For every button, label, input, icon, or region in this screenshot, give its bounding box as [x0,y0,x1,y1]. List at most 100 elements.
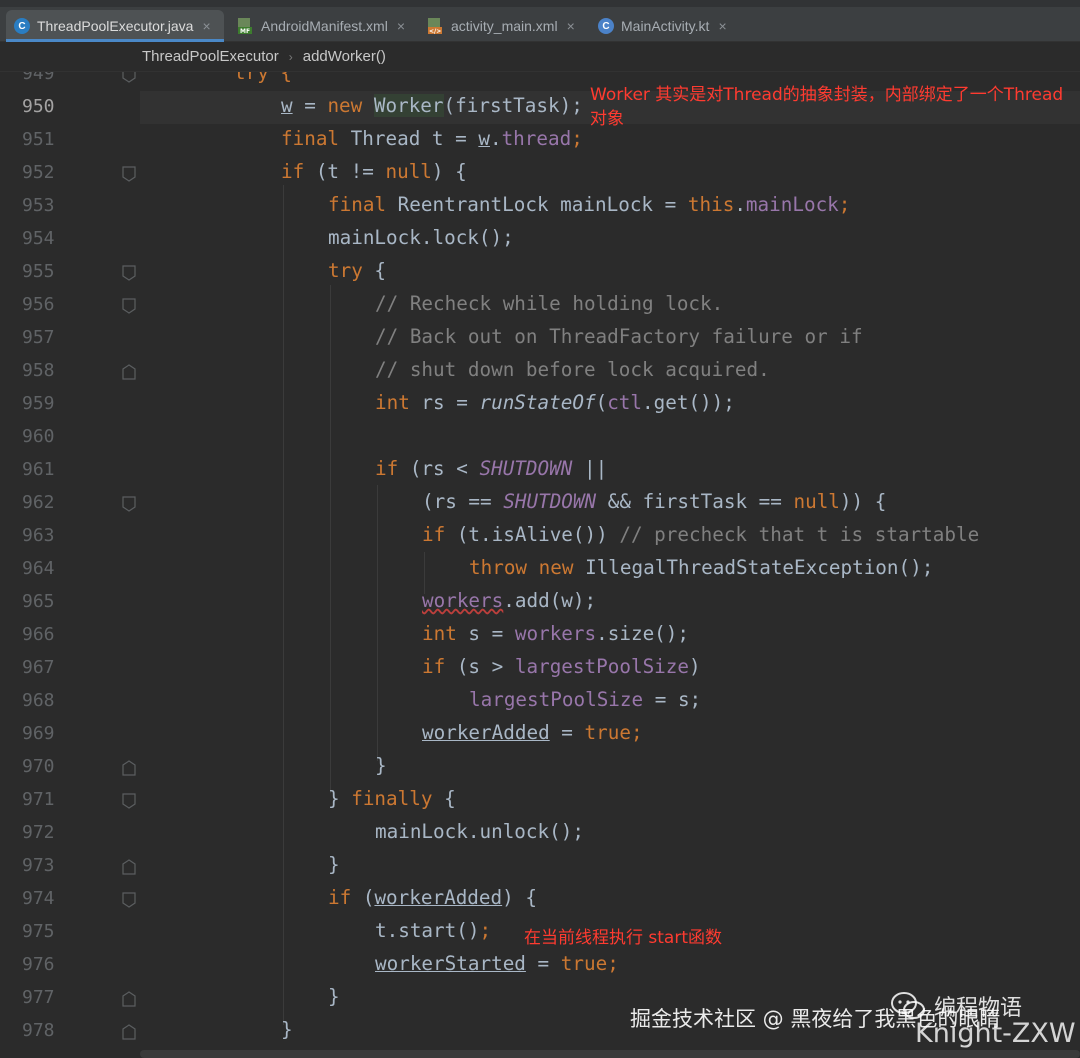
line-number: 977 [22,987,55,1008]
line-number: 954 [22,228,55,249]
line-number: 966 [22,624,55,645]
code-text: if (t != null) { [281,160,467,183]
line-number: 951 [22,129,55,150]
tab-label: ThreadPoolExecutor.java [37,18,194,34]
code-line[interactable]: 960 [0,421,1080,454]
fold-marker-icon[interactable] [122,892,136,908]
code-line[interactable]: 971 } finally { [0,784,1080,817]
fold-marker-icon[interactable] [122,166,136,182]
close-icon[interactable]: × [567,18,575,34]
code-line[interactable]: 976 workerStarted = true; [0,949,1080,982]
code-text: w = new Worker(firstTask); [281,94,583,117]
code-text: (rs == SHUTDOWN && firstTask == null)) { [422,490,887,513]
annotation-worker-note: Worker 其实是对Thread的抽象封装，内部绑定了一个Thread对象 [590,85,1064,129]
line-number: 972 [22,822,55,843]
tab-activity-main-xml[interactable]: </> activity_main.xml × [418,10,586,42]
breadcrumb-class[interactable]: ThreadPoolExecutor [142,48,279,65]
code-line[interactable]: 959 int rs = runStateOf(ctl.get()); [0,388,1080,421]
line-number: 968 [22,690,55,711]
line-number: 962 [22,492,55,513]
code-line[interactable]: 957 // Back out on ThreadFactory failure… [0,322,1080,355]
code-text: workerAdded = true; [422,721,643,744]
breadcrumb-method[interactable]: addWorker() [303,48,386,65]
code-line[interactable]: 969 workerAdded = true; [0,718,1080,751]
code-line[interactable]: 972 mainLock.unlock(); [0,817,1080,850]
line-number: 976 [22,954,55,975]
code-text: if (rs < SHUTDOWN || [375,457,608,480]
code-text: throw new IllegalThreadStateException(); [469,556,934,579]
close-icon[interactable]: × [397,18,405,34]
layout-file-icon: </> [426,17,444,35]
code-line[interactable]: 952 if (t != null) { [0,157,1080,190]
code-comment: // Recheck while holding lock. [375,292,724,315]
code-text: } [375,754,387,777]
code-line[interactable]: 967 if (s > largestPoolSize) [0,652,1080,685]
line-number: 957 [22,327,55,348]
fold-marker-icon[interactable] [122,265,136,281]
code-line[interactable]: 965 workers.add(w); [0,586,1080,619]
tab-threadpoolexecutor-java[interactable]: C ThreadPoolExecutor.java × [6,10,224,42]
code-line[interactable]: 973 } [0,850,1080,883]
line-number: 978 [22,1020,55,1041]
chevron-right-icon: › [288,49,293,64]
code-text: try { [234,72,293,84]
fold-end-marker-icon[interactable] [122,760,136,776]
line-number: 955 [22,261,55,282]
code-text: } [328,985,340,1008]
code-editor[interactable]: 949 try { 950 w = new Worker(firstTask);… [0,72,1080,1058]
code-text: final ReentrantLock mainLock = this.main… [328,193,851,216]
code-text: mainLock.lock(); [328,226,514,249]
fold-marker-icon[interactable] [122,496,136,512]
code-text: t.start(); [375,919,492,942]
code-comment: // shut down before lock acquired. [375,358,770,381]
editor-tab-bar: C ThreadPoolExecutor.java × MF AndroidMa… [0,0,1080,42]
wechat-icon [891,992,925,1019]
code-line[interactable]: 958 // shut down before lock acquired. [0,355,1080,388]
java-class-icon: C [14,18,30,34]
line-number: 958 [22,360,55,381]
fold-end-marker-icon[interactable] [122,364,136,380]
code-line[interactable]: 964 throw new IllegalThreadStateExceptio… [0,553,1080,586]
code-line[interactable]: 974 if (workerAdded) { [0,883,1080,916]
line-number: 964 [22,558,55,579]
code-text: final Thread t = w.thread; [281,127,583,150]
code-line[interactable]: 961 if (rs < SHUTDOWN || [0,454,1080,487]
fold-marker-icon[interactable] [122,793,136,809]
breadcrumb: ThreadPoolExecutor › addWorker() [0,42,1080,72]
fold-marker-icon[interactable] [122,298,136,314]
tab-label: AndroidManifest.xml [261,18,388,34]
fold-marker-icon[interactable] [122,72,136,83]
code-line[interactable]: 962 (rs == SHUTDOWN && firstTask == null… [0,487,1080,520]
code-text: } finally { [328,787,456,810]
tab-label: activity_main.xml [451,18,558,34]
toolbar-strip [0,0,1080,7]
line-number: 959 [22,393,55,414]
close-icon[interactable]: × [718,18,726,34]
tab-androidmanifest-xml[interactable]: MF AndroidManifest.xml × [228,10,414,42]
code-line[interactable]: 954 mainLock.lock(); [0,223,1080,256]
line-number: 956 [22,294,55,315]
code-text: } [281,1018,293,1041]
code-text: if (s > largestPoolSize) [422,655,701,678]
close-icon[interactable]: × [202,18,210,34]
code-comment: // Back out on ThreadFactory failure or … [375,325,863,348]
line-number: 963 [22,525,55,546]
line-number: 961 [22,459,55,480]
code-line[interactable]: 953 final ReentrantLock mainLock = this.… [0,190,1080,223]
code-line[interactable]: 956 // Recheck while holding lock. [0,289,1080,322]
code-text: int rs = runStateOf(ctl.get()); [375,391,735,414]
code-line[interactable]: 963 if (t.isAlive()) // precheck that t … [0,520,1080,553]
fold-end-marker-icon[interactable] [122,991,136,1007]
code-line[interactable]: 968 largestPoolSize = s; [0,685,1080,718]
horizontal-scrollbar[interactable] [140,1050,1080,1058]
fold-end-marker-icon[interactable] [122,859,136,875]
code-text: workers.add(w); [422,589,597,612]
code-line[interactable]: 955 try { [0,256,1080,289]
annotation-start-note: 在当前线程执行 start函数 [524,928,722,948]
code-line[interactable]: 970 } [0,751,1080,784]
tab-mainactivity-kt[interactable]: C MainActivity.kt × [590,10,740,42]
fold-end-marker-icon[interactable] [122,1024,136,1040]
tab-label: MainActivity.kt [621,18,710,34]
code-line[interactable]: 966 int s = workers.size(); [0,619,1080,652]
line-number: 967 [22,657,55,678]
